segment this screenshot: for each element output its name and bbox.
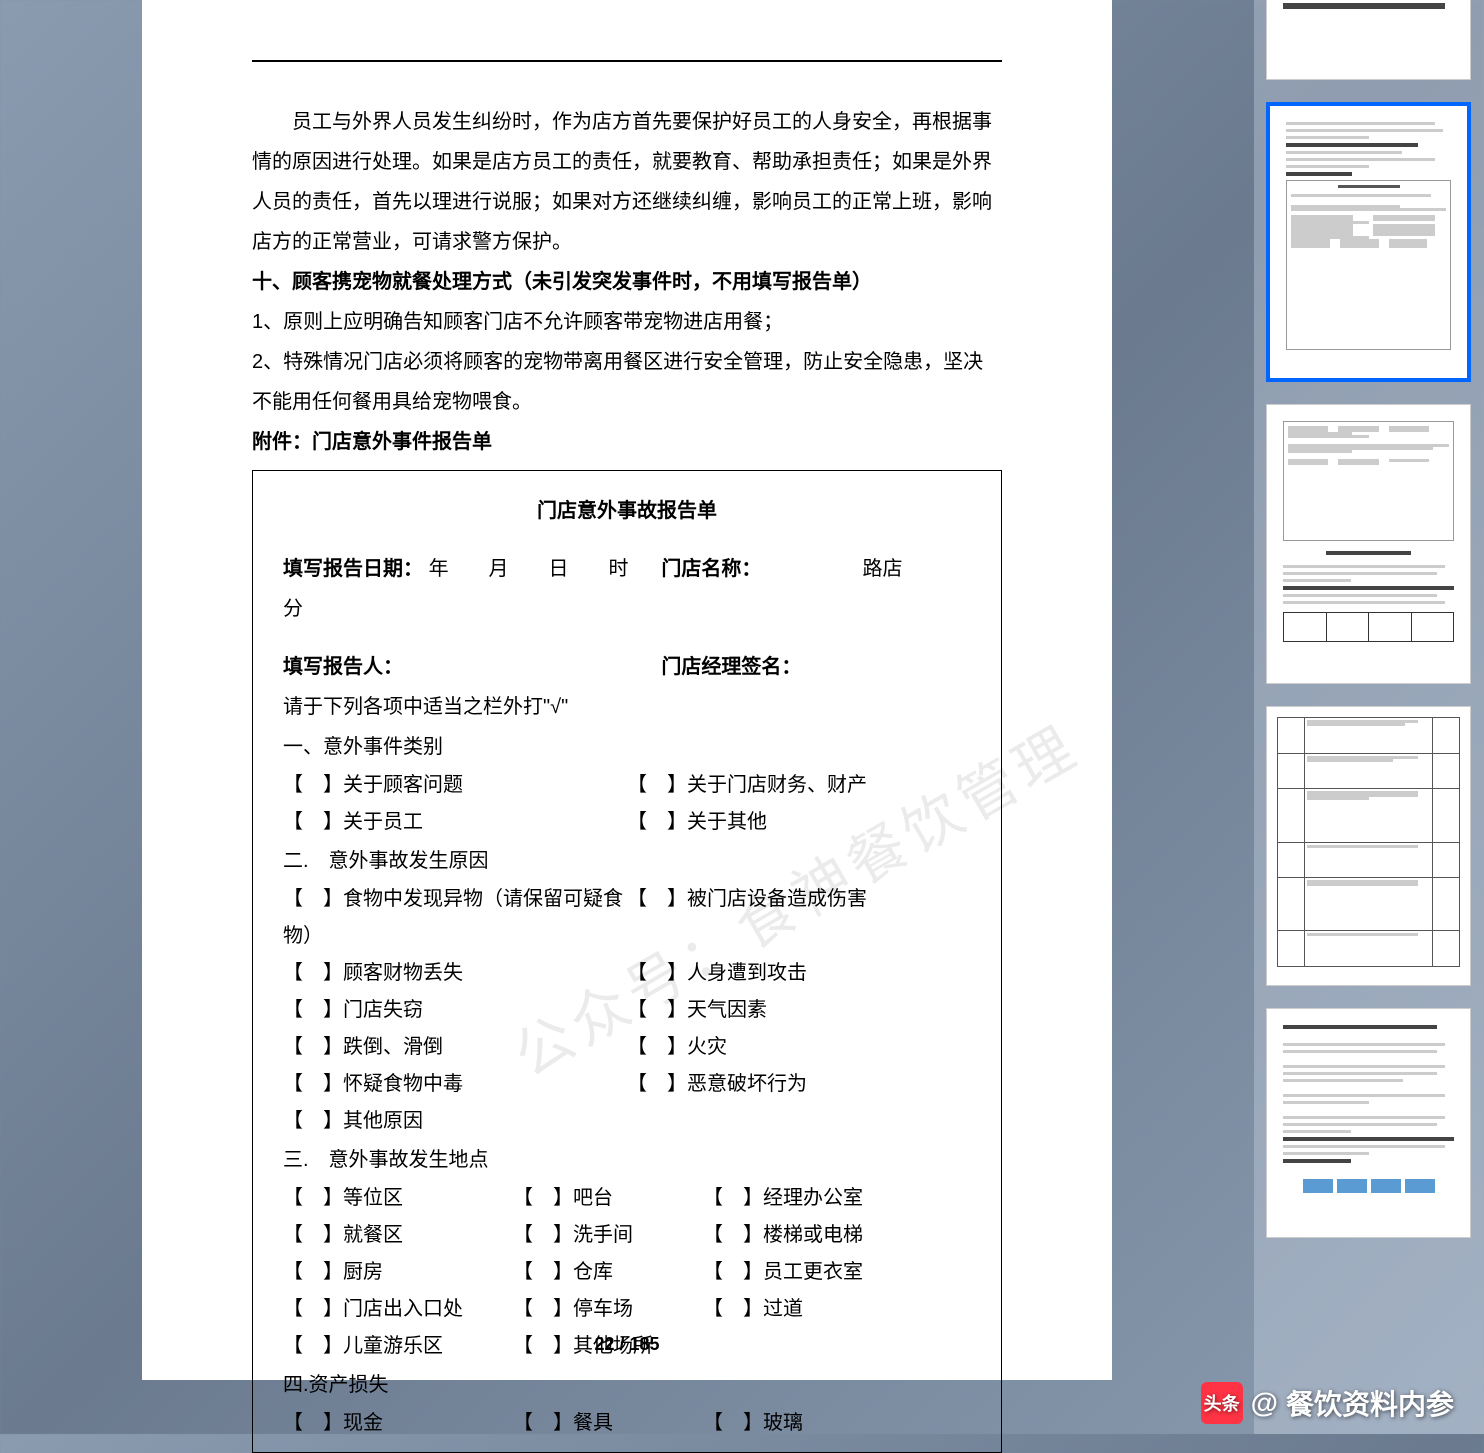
- store-suffix: 路店: [863, 558, 903, 580]
- cb-locker: 【 】员工更衣室: [703, 1254, 971, 1291]
- attribution-overlay: 头条 @ 餐饮资料内参: [1201, 1382, 1454, 1424]
- store-field: 门店名称： 路店: [661, 549, 971, 629]
- cb-fire: 【 】火灾: [627, 1029, 971, 1066]
- cb-slip: 【 】跌倒、滑倒: [283, 1029, 627, 1066]
- thumbnail-sidebar[interactable]: [1254, 0, 1484, 1434]
- cb-warehouse: 【 】仓库: [513, 1254, 703, 1291]
- attribution-name: 餐饮资料内参: [1286, 1383, 1454, 1423]
- document-viewport[interactable]: 员工与外界人员发生纠纷时，作为店方首先要保护好员工的人身安全，再根据事情的原因进…: [0, 0, 1254, 1434]
- sec1-heading: 一、意外事件类别: [283, 727, 971, 767]
- cb-entrance: 【 】门店出入口处: [283, 1291, 513, 1328]
- date-label: 填写报告日期：: [283, 558, 423, 580]
- cb-theft: 【 】门店失窃: [283, 992, 627, 1029]
- cb-tableware: 【 】餐具: [513, 1405, 703, 1442]
- cb-poison: 【 】怀疑食物中毒: [283, 1066, 627, 1103]
- cb-weather: 【 】天气因素: [627, 992, 971, 1029]
- document-page: 员工与外界人员发生纠纷时，作为店方首先要保护好员工的人身安全，再根据事情的原因进…: [142, 0, 1112, 1380]
- form-title: 门店意外事故报告单: [283, 491, 971, 531]
- cb-customer: 【 】关于顾客问题: [283, 767, 627, 804]
- reporter-label: 填写报告人：: [283, 647, 661, 687]
- sec2-heading: 二. 意外事故发生原因: [283, 841, 971, 881]
- cb-other: 【 】关于其他: [627, 804, 971, 841]
- page-number: 22 / 185: [142, 1326, 1112, 1362]
- cb-staff: 【 】关于员工: [283, 804, 627, 841]
- thumbnail-next-1[interactable]: [1266, 404, 1471, 684]
- cb-glass: 【 】玻璃: [703, 1405, 971, 1442]
- toutiao-icon: 头条: [1201, 1382, 1243, 1424]
- cb-bar: 【 】吧台: [513, 1180, 703, 1217]
- cb-equipment-injury: 【 】被门店设备造成伤害: [627, 881, 971, 955]
- cb-vandalism: 【 】恶意破坏行为: [627, 1066, 971, 1103]
- cb-restroom: 【 】洗手间: [513, 1217, 703, 1254]
- form-instruction: 请于下列各项中适当之栏外打"√": [283, 687, 971, 727]
- cb-kitchen: 【 】厨房: [283, 1254, 513, 1291]
- cb-aisle: 【 】过道: [703, 1291, 971, 1328]
- sec4-heading: 四.资产损失: [283, 1365, 971, 1405]
- date-field: 填写报告日期： 年 月 日 时 分: [283, 549, 661, 629]
- attachment-label: 附件：门店意外事件报告单: [252, 422, 1002, 462]
- sec3-heading: 三. 意外事故发生地点: [283, 1140, 971, 1180]
- cb-foreign-object: 【 】食物中发现异物（请保留可疑食物）: [283, 881, 627, 955]
- thumbnail-prev[interactable]: [1266, 0, 1471, 80]
- manager-sign-label: 门店经理签名：: [661, 647, 971, 687]
- cb-office: 【 】经理办公室: [703, 1180, 971, 1217]
- store-label: 门店名称：: [661, 558, 761, 580]
- cb-lost-property: 【 】顾客财物丢失: [283, 955, 627, 992]
- cb-stairs: 【 】楼梯或电梯: [703, 1217, 971, 1254]
- thumbnail-current[interactable]: [1266, 102, 1471, 382]
- list-item-2: 2、特殊情况门店必须将顾客的宠物带离用餐区进行安全管理，防止安全隐患，坚决不能用…: [252, 342, 1002, 422]
- thumbnail-next-2[interactable]: [1266, 706, 1471, 986]
- cb-finance: 【 】关于门店财务、财产: [627, 767, 971, 804]
- cb-parking: 【 】停车场: [513, 1291, 703, 1328]
- thumbnail-next-3[interactable]: [1266, 1008, 1471, 1238]
- section-heading-10: 十、顾客携宠物就餐处理方式（未引发突发事件时，不用填写报告单）: [252, 262, 1002, 302]
- cb-assault: 【 】人身遭到攻击: [627, 955, 971, 992]
- at-symbol: @: [1251, 1387, 1278, 1419]
- cb-other-reason: 【 】其他原因: [283, 1103, 627, 1140]
- horizontal-rule: [252, 60, 1002, 62]
- toutiao-label: 头条: [1204, 1390, 1240, 1416]
- cb-waiting: 【 】等位区: [283, 1180, 513, 1217]
- body-paragraph: 员工与外界人员发生纠纷时，作为店方首先要保护好员工的人身安全，再根据事情的原因进…: [252, 102, 1002, 262]
- cb-cash: 【 】现金: [283, 1405, 513, 1442]
- cb-dining: 【 】就餐区: [283, 1217, 513, 1254]
- list-item-1: 1、原则上应明确告知顾客门店不允许顾客带宠物进店用餐；: [252, 302, 1002, 342]
- report-form: 公众号：食神餐饮管理 门店意外事故报告单 填写报告日期： 年 月 日 时 分 门…: [252, 470, 1002, 1453]
